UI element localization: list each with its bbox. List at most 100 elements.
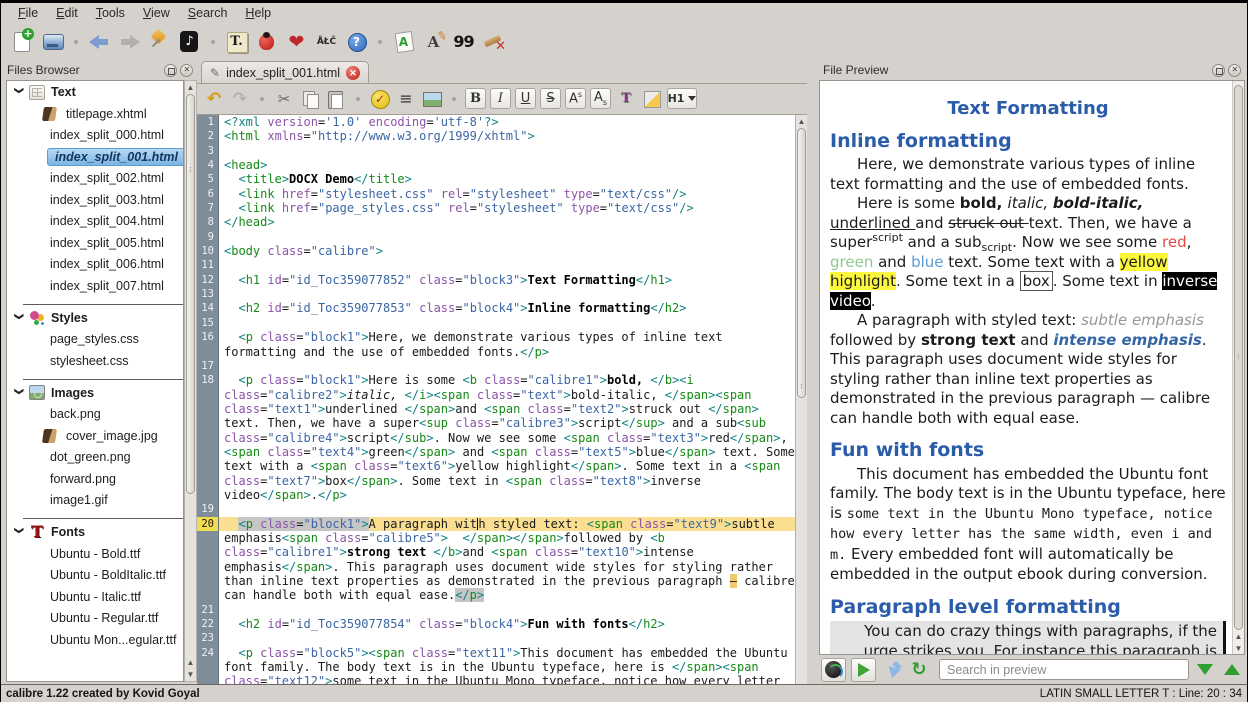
back-icon[interactable] (86, 28, 113, 55)
strikethrough-icon[interactable]: S (540, 88, 561, 109)
file-item-cover-image-jpg[interactable]: cover_image.jpg (7, 425, 183, 447)
subscript-icon[interactable]: A (590, 88, 611, 109)
menu-help[interactable]: Help (237, 4, 279, 22)
format-text-icon[interactable]: ≡ (395, 88, 417, 110)
file-item-page-styles-css[interactable]: page_styles.css (7, 329, 183, 351)
menu-view[interactable]: View (135, 4, 178, 22)
refresh-icon[interactable]: ↻ (908, 659, 930, 681)
edit-toc-icon[interactable]: A (420, 28, 447, 55)
find-next-icon[interactable] (1194, 659, 1216, 681)
editor-scrollbar-thumb[interactable] (797, 128, 806, 398)
scroll-up-icon[interactable]: ▲ (185, 81, 196, 93)
chevron-down-icon[interactable] (15, 88, 23, 96)
close-panel-icon[interactable] (180, 64, 193, 77)
donate-icon[interactable]: ❤ (283, 28, 310, 55)
section-text[interactable]: Text (7, 81, 183, 103)
file-item-dot-green-png[interactable]: dot_green.png (7, 447, 183, 469)
menu-search[interactable]: Search (180, 4, 236, 22)
scroll-down-icon[interactable]: ▼ (1233, 642, 1244, 654)
font-color-icon[interactable]: T (615, 88, 637, 110)
file-item-ubuntu-italic-ttf[interactable]: Ubuntu - Italic.ttf (7, 586, 183, 608)
save-icon[interactable] (39, 28, 66, 55)
redo-icon[interactable]: ↷ (229, 88, 251, 110)
panel-splitter[interactable] (807, 60, 819, 684)
preview-search-input[interactable] (939, 659, 1189, 680)
section-images[interactable]: Images (7, 382, 183, 404)
superscript-icon[interactable]: A (565, 88, 586, 109)
file-item-label: forward.png (47, 471, 119, 487)
scroll-up-icon[interactable]: ▲ (796, 115, 807, 127)
tab-index-split-001[interactable]: ✎ index_split_001.html ✕ (201, 61, 369, 83)
main-area: Files Browser Texttitlepage.xhtmlindex_s… (1, 60, 1247, 684)
sync-position-icon[interactable] (881, 659, 903, 681)
file-item-ubuntu-regular-ttf[interactable]: Ubuntu - Regular.ttf (7, 608, 183, 630)
new-file-icon[interactable] (9, 28, 36, 55)
undo-icon[interactable]: ↶ (203, 88, 225, 110)
menu-edit[interactable]: Edit (48, 4, 86, 22)
find-previous-icon[interactable] (1221, 659, 1243, 681)
file-item-ubuntu-bolditalic-ttf[interactable]: Ubuntu - BoldItalic.ttf (7, 565, 183, 587)
undock-panel-icon[interactable] (1212, 64, 1225, 77)
file-item-index-split-006-html[interactable]: index_split_006.html (7, 254, 183, 276)
file-item-index-split-003-html[interactable]: index_split_003.html (7, 189, 183, 211)
scroll-up-icon[interactable]: ▲ (185, 656, 196, 668)
scroll-up-icon[interactable]: ▲ (1233, 630, 1244, 642)
heading-icon[interactable]: H1 (667, 88, 697, 109)
file-item-stylesheet-css[interactable]: stylesheet.css (7, 350, 183, 372)
smarten-punctuation-icon[interactable]: 99 (450, 28, 477, 55)
chevron-down-icon[interactable] (15, 528, 23, 536)
file-item-back-png[interactable]: back.png (7, 404, 183, 426)
forward-icon[interactable] (116, 28, 143, 55)
chevron-down-icon[interactable] (15, 389, 23, 397)
code-line-wrap: class="text7">box</span>. Some text in <… (197, 474, 795, 488)
undock-panel-icon[interactable] (164, 64, 177, 77)
file-item-index-split-007-html[interactable]: index_split_007.html (7, 275, 183, 297)
spell-check-icon[interactable]: ✓ (369, 88, 391, 110)
scroll-down-icon[interactable]: ▼ (185, 668, 196, 680)
bold-icon[interactable]: B (465, 88, 486, 109)
files-scrollbar[interactable]: ▲ ▲ ▼ (184, 80, 197, 682)
close-panel-icon[interactable] (1228, 64, 1241, 77)
auto-reload-button[interactable] (821, 658, 846, 682)
file-item-index-split-002-html[interactable]: index_split_002.html (7, 168, 183, 190)
italic-icon[interactable]: I (490, 88, 511, 109)
insert-image-icon[interactable] (421, 88, 443, 110)
tab-close-icon[interactable]: ✕ (346, 66, 360, 80)
copy-icon[interactable] (299, 88, 321, 110)
pin-icon[interactable] (146, 28, 173, 55)
menu-file[interactable]: File (10, 4, 46, 22)
underline-icon[interactable]: U (515, 88, 536, 109)
toc-icon[interactable]: A (390, 28, 417, 55)
file-item-image1-gif[interactable]: image1.gif (7, 490, 183, 512)
help-icon[interactable]: ? (343, 28, 370, 55)
file-item-ubuntu-bold-ttf[interactable]: Ubuntu - Bold.ttf (7, 543, 183, 565)
manage-fonts-icon[interactable]: T. (223, 28, 250, 55)
file-item-index-split-000-html[interactable]: index_split_000.html (7, 125, 183, 147)
file-item-index-split-004-html[interactable]: index_split_004.html (7, 211, 183, 233)
menu-tools[interactable]: Tools (88, 4, 133, 22)
file-item-ubuntu-mon-egular-ttf[interactable]: Ubuntu Mon...egular.ttf (7, 629, 183, 651)
preview-scrollbar[interactable]: ▲ ▼ (1232, 81, 1244, 654)
editor-scrollbar[interactable]: ▲ (795, 115, 807, 684)
section-styles[interactable]: Styles (7, 307, 183, 329)
play-icon (853, 659, 875, 681)
spellcheck-icon[interactable]: ÅŁČ (313, 28, 340, 55)
file-item-titlepage-xhtml[interactable]: titlepage.xhtml (7, 103, 183, 125)
code-editor[interactable]: 1<?xml version='1.0' encoding='utf-8'?>2… (197, 114, 807, 684)
check-book-icon[interactable] (253, 28, 280, 55)
run-preview-button[interactable] (851, 658, 876, 682)
cut-icon[interactable]: ✂ (273, 88, 295, 110)
section-fonts[interactable]: Fonts (7, 521, 183, 543)
file-item-index-split-001-html[interactable]: index_split_001.html (7, 146, 183, 168)
remove-unused-css-icon[interactable]: ✕ (480, 28, 507, 55)
files-scrollbar-thumb[interactable] (186, 94, 195, 494)
section-divider (23, 304, 183, 305)
background-color-icon[interactable] (641, 88, 663, 110)
calibre-edit-book-window: FileEditToolsViewSearchHelp ♪T.❤ÅŁČ?AA99… (1, 3, 1247, 702)
chevron-down-icon[interactable] (15, 314, 23, 322)
polish-book-icon[interactable]: ♪ (176, 28, 203, 55)
preview-scrollbar-thumb[interactable] (1234, 85, 1243, 630)
paste-icon[interactable] (325, 88, 347, 110)
file-item-forward-png[interactable]: forward.png (7, 468, 183, 490)
file-item-index-split-005-html[interactable]: index_split_005.html (7, 232, 183, 254)
